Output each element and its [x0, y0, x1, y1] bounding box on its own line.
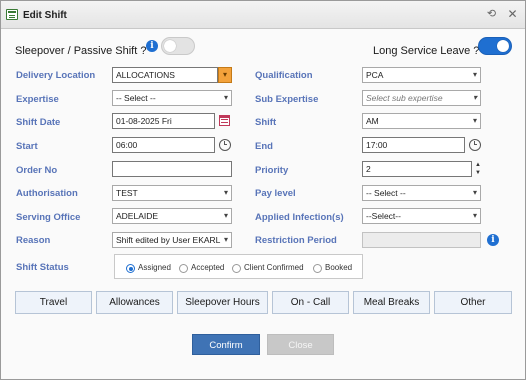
- calendar-icon[interactable]: [219, 115, 230, 126]
- clock-icon[interactable]: [469, 139, 481, 151]
- shift-select[interactable]: AM: [362, 113, 481, 129]
- radio-label-client-confirmed: Client Confirmed: [244, 263, 304, 272]
- confirm-button[interactable]: Confirm: [192, 334, 260, 355]
- edit-shift-dialog: Edit Shift ⟲ ✕ Sleepover / Passive Shift…: [0, 0, 526, 380]
- info-icon[interactable]: i: [146, 40, 158, 52]
- delivery-location-label: Delivery Location: [16, 70, 96, 81]
- radio-assigned[interactable]: [126, 264, 135, 273]
- other-button[interactable]: Other: [434, 291, 512, 314]
- radio-client-confirmed[interactable]: [232, 264, 241, 273]
- priority-up-arrow[interactable]: ▲: [475, 162, 481, 169]
- dialog-title: Edit Shift: [23, 10, 67, 21]
- shift-status-label: Shift Status: [16, 262, 69, 273]
- restriction-period-input: [362, 232, 481, 248]
- allowances-button[interactable]: Allowances: [96, 291, 173, 314]
- expertise-label: Expertise: [16, 94, 59, 105]
- restriction-period-label: Restriction Period: [255, 235, 337, 246]
- travel-button[interactable]: Travel: [15, 291, 92, 314]
- toggle-knob: [164, 40, 176, 52]
- qualification-select[interactable]: PCA: [362, 67, 481, 83]
- qualification-label: Qualification: [255, 70, 313, 81]
- clock-icon[interactable]: [219, 139, 231, 151]
- reason-label: Reason: [16, 235, 51, 246]
- pay-level-label: Pay level: [255, 188, 296, 199]
- info-icon[interactable]: i: [487, 234, 499, 246]
- end-time-input[interactable]: 17:00: [362, 137, 465, 153]
- serving-office-select[interactable]: ADELAIDE: [112, 208, 232, 224]
- close-icon[interactable]: ✕: [506, 8, 519, 21]
- applied-infections-label: Applied Infection(s): [255, 212, 344, 223]
- toggle-knob: [497, 40, 509, 52]
- radio-label-booked: Booked: [325, 263, 353, 272]
- start-time-input[interactable]: 06:00: [112, 137, 215, 153]
- pay-level-select[interactable]: -- Select --: [362, 185, 481, 201]
- sleepover-hours-button[interactable]: Sleepover Hours: [177, 291, 268, 314]
- shift-date-label: Shift Date: [16, 117, 61, 128]
- on-call-button[interactable]: On - Call: [272, 291, 349, 314]
- authorisation-label: Authorisation: [16, 188, 78, 199]
- order-no-input[interactable]: [112, 161, 232, 177]
- radio-label-assigned: Assigned: [138, 263, 171, 272]
- form-icon: [6, 9, 18, 20]
- priority-down-arrow[interactable]: ▼: [475, 170, 481, 177]
- long-service-toggle[interactable]: [478, 37, 512, 55]
- meal-breaks-button[interactable]: Meal Breaks: [353, 291, 430, 314]
- serving-office-label: Serving Office: [16, 212, 81, 223]
- refresh-icon[interactable]: ⟲: [485, 8, 498, 21]
- radio-booked[interactable]: [313, 264, 322, 273]
- end-label: End: [255, 141, 273, 152]
- long-service-label: Long Service Leave ?: [373, 45, 480, 57]
- priority-label: Priority: [255, 165, 289, 176]
- radio-accepted[interactable]: [179, 264, 188, 273]
- reason-select[interactable]: Shift edited by User EKARL: [112, 232, 232, 248]
- priority-input[interactable]: 2: [362, 161, 472, 177]
- sleepover-label: Sleepover / Passive Shift ?: [15, 45, 147, 57]
- title-bar: Edit Shift ⟲ ✕: [1, 1, 525, 29]
- order-no-label: Order No: [16, 165, 58, 176]
- shift-date-input[interactable]: 01-08-2025 Fri: [112, 113, 215, 129]
- sub-expertise-label: Sub Expertise: [255, 94, 319, 105]
- sleepover-toggle[interactable]: [161, 37, 195, 55]
- delivery-location-dropdown-button[interactable]: ▾: [218, 67, 232, 83]
- shift-label: Shift: [255, 117, 277, 128]
- expertise-select[interactable]: -- Select --: [112, 90, 232, 106]
- shift-status-radio-group: Assigned Accepted Client Confirmed Booke…: [114, 254, 363, 279]
- radio-label-accepted: Accepted: [191, 263, 225, 272]
- applied-infections-select[interactable]: --Select--: [362, 208, 481, 224]
- delivery-location-input[interactable]: ALLOCATIONS: [112, 67, 218, 83]
- start-label: Start: [16, 141, 38, 152]
- authorisation-select[interactable]: TEST: [112, 185, 232, 201]
- close-button[interactable]: Close: [267, 334, 334, 355]
- sub-expertise-select[interactable]: Select sub expertise: [362, 90, 481, 106]
